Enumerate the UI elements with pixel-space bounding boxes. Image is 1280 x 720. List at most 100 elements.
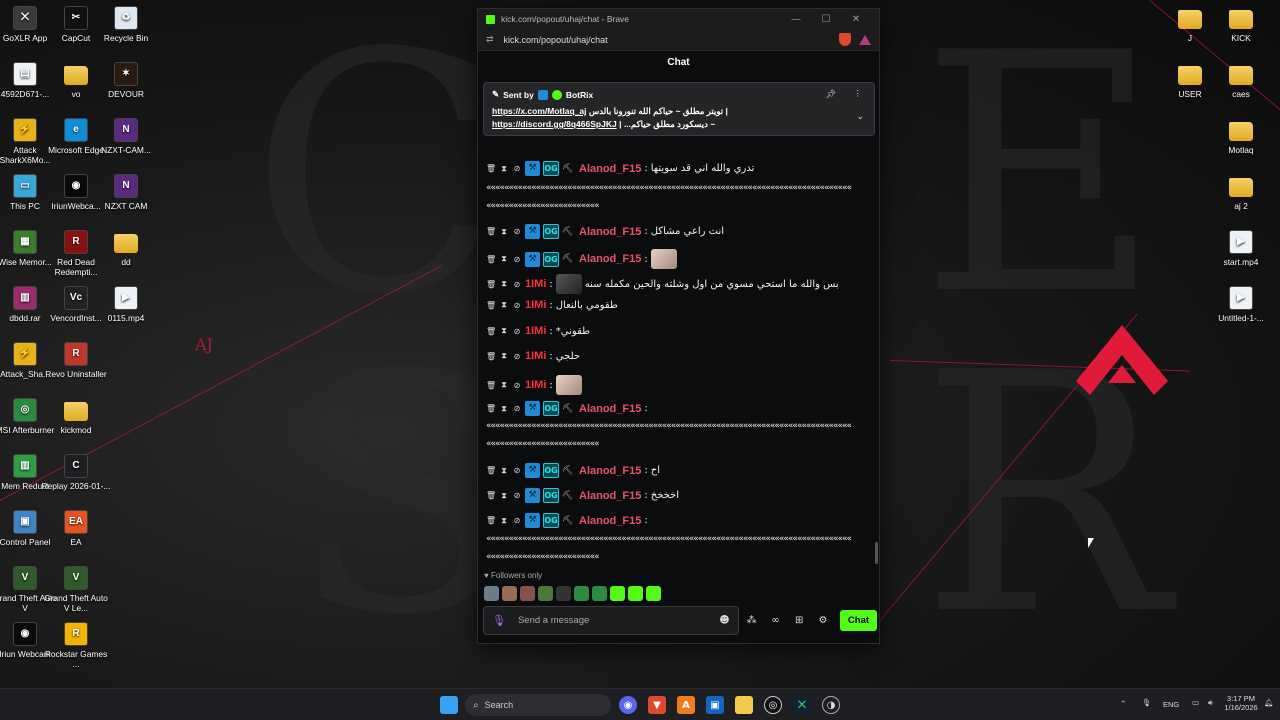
- timeout-icon[interactable]: ⧗: [499, 254, 509, 264]
- left-icon-17[interactable]: ▶ 0115.mp4: [91, 286, 161, 323]
- right-icon-6[interactable]: ▶ start.mp4: [1206, 230, 1276, 267]
- chat-input-box[interactable]: 🎙︎ ☻: [483, 606, 739, 635]
- address-bar[interactable]: ⇄ kick.com/popout/uhaj/chat: [478, 29, 879, 51]
- left-icon-19[interactable]: R Revo Uninstaller: [41, 342, 111, 379]
- send-chat-button[interactable]: Chat: [839, 610, 878, 631]
- pin-icon[interactable]: 📌︎: [825, 89, 836, 100]
- left-icon-27[interactable]: V Grand Theft Auto V Le...: [41, 566, 111, 613]
- chat-username[interactable]: 1IMi: [525, 379, 546, 391]
- timeout-icon[interactable]: ⧗: [499, 326, 509, 336]
- file-explorer-taskbar-icon[interactable]: [735, 696, 753, 714]
- right-icon-3[interactable]: caes: [1206, 62, 1276, 99]
- delete-message-icon[interactable]: 🗑︎: [486, 227, 496, 236]
- timeout-icon[interactable]: ⧗: [499, 351, 509, 361]
- ban-icon[interactable]: ⊘: [512, 404, 522, 413]
- right-icon-7[interactable]: ▶ Untitled-1-...: [1206, 286, 1276, 323]
- ban-icon[interactable]: ⊘: [512, 227, 522, 236]
- language-indicator[interactable]: ENG: [1163, 700, 1179, 709]
- gift-icon[interactable]: ⊞: [788, 615, 810, 626]
- users-icon[interactable]: ⁂: [741, 615, 763, 626]
- chevron-down-icon[interactable]: ⌄: [856, 111, 864, 122]
- delete-message-icon[interactable]: 🗑︎: [486, 301, 496, 310]
- ban-icon[interactable]: ⊘: [512, 516, 522, 525]
- app-taskbar-icon[interactable]: A: [677, 696, 695, 714]
- right-icon-1[interactable]: KICK: [1206, 6, 1276, 43]
- right-icon-4[interactable]: Motlaq: [1206, 118, 1276, 155]
- left-icon-21[interactable]: kickmod: [41, 398, 111, 435]
- brave-taskbar-icon[interactable]: ▼: [648, 696, 666, 714]
- delete-message-icon[interactable]: 🗑︎: [486, 516, 496, 525]
- chat-message[interactable]: 🗑︎ ⧗ ⊘ ⚒ OG ⛏ Alanod_F15: تدري والله اني قد سوي…: [486, 161, 866, 176]
- recent-emote[interactable]: [484, 586, 499, 601]
- timeout-icon[interactable]: ⧗: [499, 491, 509, 501]
- left-icon-29[interactable]: R Rockstar Games ...: [41, 622, 111, 669]
- chat-username[interactable]: Alanod_F15: [579, 403, 641, 415]
- chat-message[interactable]: 🗑︎ ⧗ ⊘ ⚒ OG ⛏ Alanod_F15: اح: [486, 463, 866, 478]
- site-settings-icon[interactable]: ⇄: [486, 34, 494, 45]
- clock[interactable]: 3:17 PM 1/16/2026: [1222, 694, 1260, 712]
- ban-icon[interactable]: ⊘: [512, 280, 522, 289]
- delete-message-icon[interactable]: 🗑︎: [486, 255, 496, 264]
- gear-icon[interactable]: ⚙: [812, 615, 834, 626]
- delete-message-icon[interactable]: 🗑︎: [486, 466, 496, 475]
- chat-username[interactable]: 1IMi: [525, 350, 546, 362]
- infinity-icon[interactable]: ∞: [765, 615, 787, 626]
- timeout-icon[interactable]: ⧗: [499, 164, 509, 174]
- chat-username[interactable]: Alanod_F15: [579, 515, 641, 527]
- chat-message[interactable]: 🗑︎ ⧗ ⊘ 1IMi:: [486, 375, 866, 395]
- chat-message[interactable]: 🗑︎ ⧗ ⊘ ⚒ OG ⛏ Alanod_F15:: [486, 249, 866, 269]
- ban-icon[interactable]: ⊘: [512, 164, 522, 173]
- tray-overflow-icon[interactable]: ⌃: [1120, 699, 1126, 708]
- delete-message-icon[interactable]: 🗑︎: [486, 381, 496, 390]
- recent-emote[interactable]: [520, 586, 535, 601]
- timeout-icon[interactable]: ⧗: [499, 380, 509, 390]
- chrome-taskbar-icon[interactable]: ◑: [822, 696, 840, 714]
- chat-username[interactable]: Alanod_F15: [579, 465, 641, 477]
- chat-message[interactable]: 🗑︎ ⧗ ⊘ ⚒ OG ⛏ Alanod_F15: انت راعي مشاكل: [486, 224, 866, 239]
- right-icon-5[interactable]: aj 2: [1206, 174, 1276, 211]
- start-button[interactable]: [440, 696, 458, 714]
- minimize-button[interactable]: —: [781, 14, 811, 25]
- pinned-sender[interactable]: BotRix: [566, 90, 593, 100]
- ban-icon[interactable]: ⊘: [512, 255, 522, 264]
- recent-emote[interactable]: [574, 586, 589, 601]
- left-icon-2[interactable]: ♻ Recycle Bin: [91, 6, 161, 43]
- delete-message-icon[interactable]: 🗑︎: [486, 164, 496, 173]
- discord-taskbar-icon[interactable]: ◉: [619, 696, 637, 714]
- delete-message-icon[interactable]: 🗑︎: [486, 404, 496, 413]
- chat-message-input[interactable]: [517, 615, 720, 626]
- window-titlebar[interactable]: kick.com/popout/uhaj/chat - Brave — ☐ ✕: [478, 9, 879, 29]
- brave-shield-icon[interactable]: [839, 33, 851, 46]
- chat-username[interactable]: 1IMi: [525, 325, 546, 337]
- ban-icon[interactable]: ⊘: [512, 491, 522, 500]
- ban-icon[interactable]: ⊘: [512, 381, 522, 390]
- close-button[interactable]: ✕: [841, 14, 871, 25]
- chat-username[interactable]: Alanod_F15: [579, 226, 641, 238]
- ban-icon[interactable]: ⊘: [512, 301, 522, 310]
- volume-icon[interactable]: 🔊︎: [1208, 698, 1213, 708]
- recent-emote[interactable]: [502, 586, 517, 601]
- ban-icon[interactable]: ⊘: [512, 327, 522, 336]
- delete-message-icon[interactable]: 🗑︎: [486, 280, 496, 289]
- url-text[interactable]: kick.com/popout/uhaj/chat: [504, 35, 839, 45]
- goxlr-taskbar-icon[interactable]: ⨉: [793, 696, 811, 714]
- chat-scrollbar[interactable]: [875, 542, 878, 564]
- pinned-link-x[interactable]: https://x.com/Motlaq_aj: [492, 106, 586, 116]
- timeout-icon[interactable]: ⧗: [499, 516, 509, 526]
- notification-icon[interactable]: 🔔︎: [1264, 698, 1274, 707]
- emoji-picker-icon[interactable]: ☻: [719, 615, 729, 626]
- taskbar-search[interactable]: ⌕ Search: [465, 694, 611, 716]
- chat-message[interactable]: 🗑︎ ⧗ ⊘ 1IMi: حلجي: [486, 350, 866, 362]
- delete-message-icon[interactable]: 🗑︎: [486, 352, 496, 361]
- left-icon-25[interactable]: EA EA: [41, 510, 111, 547]
- ban-icon[interactable]: ⊘: [512, 352, 522, 361]
- more-options-icon[interactable]: ⋮: [854, 88, 863, 99]
- recent-emote[interactable]: [610, 586, 625, 601]
- recent-emote[interactable]: [628, 586, 643, 601]
- maximize-button[interactable]: ☐: [811, 14, 841, 25]
- delete-message-icon[interactable]: 🗑︎: [486, 491, 496, 500]
- chat-message[interactable]: 🗑︎ ⧗ ⊘ ⚒ OG ⛏ Alanod_F15:: [486, 513, 866, 528]
- chat-username[interactable]: Alanod_F15: [579, 253, 641, 265]
- pinned-message[interactable]: ✎ Sent by BotRix https://x.com/Motlaq_aj…: [483, 82, 875, 136]
- timeout-icon[interactable]: ⧗: [499, 466, 509, 476]
